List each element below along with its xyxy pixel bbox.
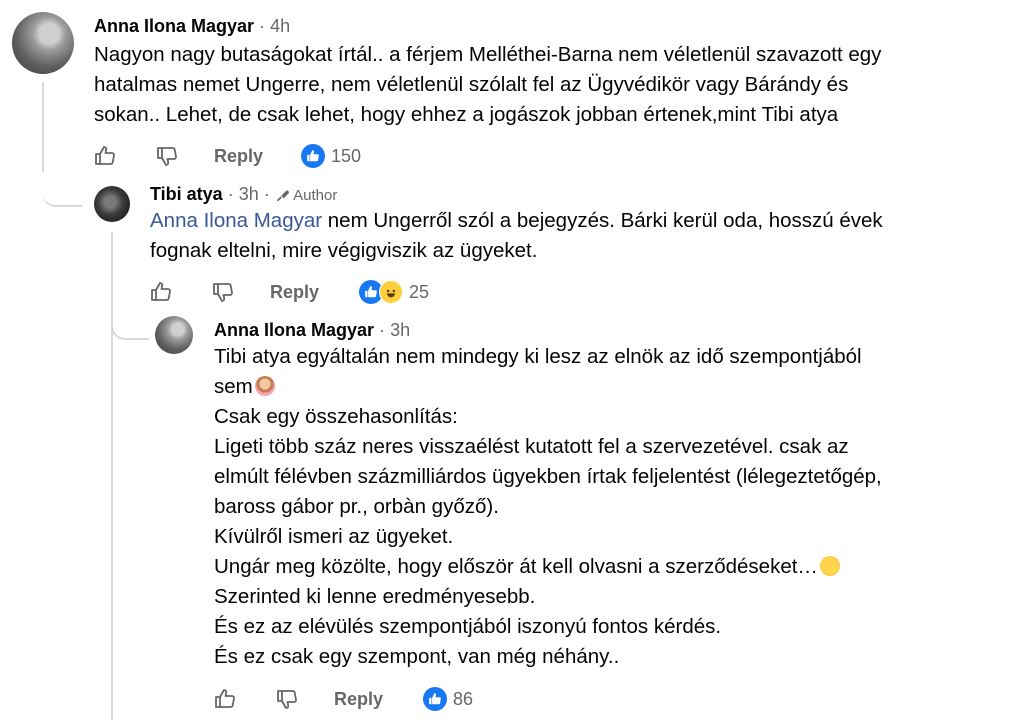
thumbs-up-outline-icon[interactable]	[146, 278, 176, 306]
comment-line: És ez csak egy szempont, van még néhány.…	[214, 645, 620, 668]
woman-facepalming-emoji-icon	[254, 376, 275, 396]
comment-line: baross gábor pr., orbàn győző).	[214, 495, 499, 518]
comment-line: Kívülről ismeri az ügyeket.	[214, 525, 454, 548]
comment-line: Anna Ilona Magyar nem Ungerről szól a be…	[150, 206, 883, 236]
comment-author: Anna Ilona Magyar · 3h	[214, 319, 410, 341]
comment-line: fognak eltelni, mire végigviszik az ügye…	[150, 239, 538, 262]
avatar[interactable]	[155, 316, 193, 354]
reaction-count: 150	[331, 145, 362, 166]
comment-line-text: sem	[214, 375, 253, 398]
separator: ·	[227, 184, 234, 204]
comment-actions: Reply 25	[146, 278, 429, 306]
comment-line: sokan.. Lehet, de csak lehet, hogy ehhez…	[94, 103, 839, 126]
author-badge-icon	[276, 190, 289, 202]
author-badge-label: Author	[293, 187, 338, 204]
thread-connector-nested	[111, 300, 149, 340]
thumbs-down-outline-icon[interactable]	[152, 142, 182, 170]
separator: ·	[259, 16, 266, 36]
reaction-count: 86	[453, 688, 474, 709]
timestamp[interactable]: 3h	[239, 184, 259, 204]
comment-text: Anna Ilona Magyar nem Ungerről szól a be…	[150, 206, 883, 266]
comment-line: sem	[214, 372, 882, 402]
comment-line: Ligeti több száz neres visszaélést kutat…	[214, 435, 849, 458]
author-name[interactable]: Tibi atya	[150, 184, 223, 204]
thumbs-up-outline-icon[interactable]	[210, 685, 240, 713]
thread-connector	[42, 160, 82, 207]
comment-text: Tibi atya egyáltalán nem mindegy ki lesz…	[214, 342, 882, 672]
reaction-count: 25	[409, 281, 430, 302]
author-badge: Author	[275, 187, 338, 204]
comment-line: elmúlt félévben százmilliárdos ügyekben …	[214, 465, 882, 488]
reactions[interactable]: 150	[301, 144, 361, 168]
avatar[interactable]	[12, 12, 74, 74]
author-name[interactable]: Anna Ilona Magyar	[94, 16, 254, 36]
comment-line: Csak egy összehasonlítás:	[214, 405, 458, 428]
separator: ·	[263, 184, 270, 204]
comment-actions: Reply 86	[210, 685, 473, 713]
comment-line: hatalmas nemet Ungerre, nem véletlenül s…	[94, 73, 849, 96]
rofl-emoji-icon	[819, 556, 840, 576]
comment-author: Tibi atya · 3h · Author	[150, 183, 337, 207]
comment-line: És ez az elévülés szempontjából iszonyú …	[214, 615, 722, 638]
reactions[interactable]: 25	[359, 280, 429, 304]
author-name[interactable]: Anna Ilona Magyar	[214, 320, 374, 340]
haha-reaction-icon	[379, 280, 404, 304]
reply-button[interactable]: Reply	[214, 146, 263, 167]
comment-line: Ungár meg közölte, hogy először át kell …	[214, 552, 882, 582]
thread-line	[42, 82, 44, 172]
like-reaction-icon	[423, 687, 448, 711]
comment-actions: Reply 150	[90, 142, 361, 170]
comment-line-text: Ungár meg közölte, hogy először át kell …	[214, 555, 818, 578]
comment-line: Tibi atya egyáltalán nem mindegy ki lesz…	[214, 345, 862, 368]
reply-button[interactable]: Reply	[334, 689, 383, 710]
comment-line: Nagyon nagy butaságokat írtál.. a férjem…	[94, 43, 882, 66]
mention-link[interactable]: Anna Ilona Magyar	[150, 209, 322, 232]
thumbs-up-outline-icon[interactable]	[90, 142, 120, 170]
avatar[interactable]	[94, 186, 130, 222]
reactions[interactable]: 86	[423, 687, 473, 711]
comment-line-text: nem Ungerről szól a bejegyzés. Bárki ker…	[322, 209, 883, 232]
separator: ·	[379, 320, 386, 340]
comment-author: Anna Ilona Magyar · 4h	[94, 15, 290, 37]
reply-button[interactable]: Reply	[270, 282, 319, 303]
thumbs-down-outline-icon[interactable]	[208, 278, 238, 306]
timestamp[interactable]: 3h	[390, 320, 410, 340]
timestamp[interactable]: 4h	[270, 16, 290, 36]
comment-text: Nagyon nagy butaságokat írtál.. a férjem…	[94, 40, 881, 130]
comment-line: Szerinted ki lenne eredményesebb.	[214, 585, 536, 608]
like-reaction-icon	[301, 144, 326, 168]
thumbs-down-outline-icon[interactable]	[272, 685, 302, 713]
